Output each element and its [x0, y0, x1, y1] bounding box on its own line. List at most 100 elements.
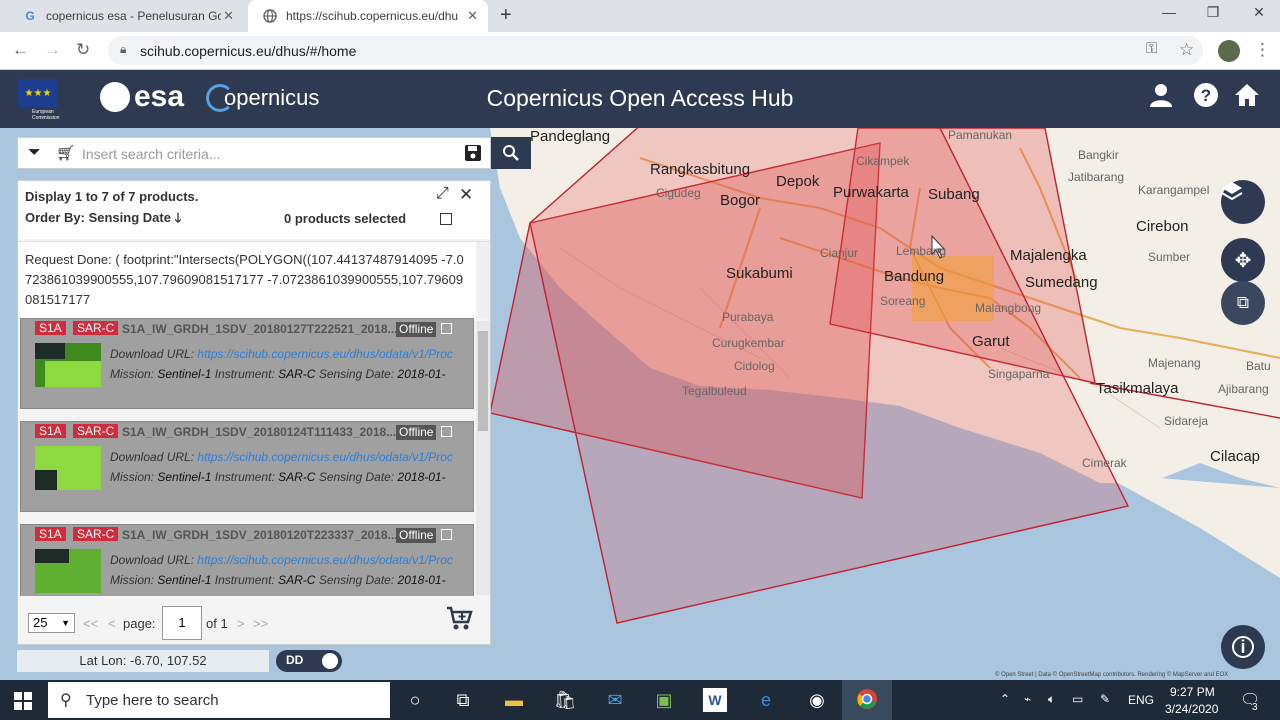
cart-small-icon[interactable]: 🛒︎	[56, 144, 75, 162]
store-icon[interactable]: 🛍︎	[553, 688, 577, 712]
url-text: scihub.copernicus.eu/dhus/#/home	[140, 43, 357, 59]
page-total: of 1	[206, 616, 228, 631]
info-button[interactable]: i	[1221, 625, 1265, 669]
chrome-taskbar-slot[interactable]	[842, 680, 892, 720]
product-meta-line: Mission: Sentinel-1 Instrument: SAR-C Se…	[110, 367, 446, 381]
search-button[interactable]	[491, 137, 531, 169]
close-panel-icon[interactable]: ✕	[459, 185, 473, 205]
product-thumbnail[interactable]	[35, 343, 101, 387]
close-tab-icon[interactable]: ✕	[467, 8, 478, 24]
request-scrollbar[interactable]	[476, 242, 490, 319]
clock-time[interactable]: 9:27 PM	[1170, 685, 1215, 699]
star-icon[interactable]: ☆	[1179, 40, 1194, 60]
download-link[interactable]: https://scihub.copernicus.eu/dhus/odata/…	[197, 553, 453, 567]
mail-icon[interactable]: ✉	[603, 688, 627, 712]
download-url-line: Download URL: https://scihub.copernicus.…	[110, 347, 453, 361]
map-label: Cidolog	[734, 359, 775, 373]
next-page-button[interactable]: >	[237, 616, 245, 631]
download-url-line: Download URL: https://scihub.copernicus.…	[110, 450, 453, 464]
map-label: Cianjur	[820, 246, 859, 260]
map-label: Lembang	[896, 244, 947, 258]
map-label: Cilacap	[1210, 448, 1261, 465]
product-thumbnail[interactable]	[35, 549, 101, 593]
map-label: Depok	[776, 173, 820, 190]
browser-tab-scihub[interactable]: https://scihub.copernicus.eu/dhu ✕	[248, 0, 488, 32]
restore-icon[interactable]: ❐	[1198, 4, 1228, 21]
map-label: Karangampel	[1138, 183, 1210, 197]
product-checkbox[interactable]	[441, 323, 452, 334]
results-scrollbar[interactable]	[476, 321, 490, 595]
map-label: Cigudeg	[656, 186, 701, 200]
download-link[interactable]: https://scihub.copernicus.eu/dhus/odata/…	[197, 347, 453, 361]
new-tab-icon[interactable]: +	[500, 4, 512, 27]
file-explorer-icon[interactable]: ▬	[502, 688, 526, 712]
status-badge: Offline	[396, 528, 437, 543]
minimize-icon[interactable]: —	[1154, 4, 1184, 20]
volume-icon[interactable]: 🔈︎	[1048, 692, 1055, 707]
edge-icon[interactable]: e	[754, 688, 778, 712]
task-view-icon[interactable]: ⧉	[451, 688, 475, 712]
windows-taskbar: ⚲ Type here to search ○ ⧉ ▬ 🛍︎ ✉ ▣ W e ◉…	[0, 680, 1280, 720]
order-by[interactable]: Order By: Sensing Date 🡓	[25, 209, 181, 231]
search-input[interactable]	[82, 143, 452, 165]
close-tab-icon[interactable]: ✕	[223, 8, 234, 24]
google-icon: G	[25, 9, 35, 23]
photos-icon[interactable]: ▣	[652, 688, 676, 712]
pan-mode-button[interactable]: ✥	[1221, 238, 1265, 282]
map-label: Pamanukan	[948, 128, 1013, 142]
key-icon[interactable]: ⚿	[1146, 40, 1157, 57]
language-indicator[interactable]: ENG	[1128, 693, 1154, 707]
download-link[interactable]: https://scihub.copernicus.eu/dhus/odata/…	[197, 450, 453, 464]
user-icon[interactable]	[1148, 82, 1174, 115]
save-icon[interactable]	[464, 144, 482, 167]
prev-page-button[interactable]: <	[108, 616, 116, 631]
last-page-button[interactable]: >>	[253, 616, 268, 631]
network-icon[interactable]: ⌁	[1024, 692, 1031, 706]
forward-icon[interactable]: →	[44, 40, 61, 60]
filter-icon[interactable]: ⏷	[28, 144, 41, 162]
reload-icon[interactable]: ↻	[76, 40, 90, 60]
add-to-cart-icon[interactable]	[446, 606, 474, 639]
menu-icon[interactable]: ⋮	[1254, 40, 1271, 60]
help-icon[interactable]: ?	[1193, 82, 1219, 115]
layers-button[interactable]	[1221, 180, 1265, 224]
mission-tag: S1A	[35, 527, 66, 541]
select-area-button[interactable]: ⧉	[1221, 281, 1265, 325]
cortana-icon[interactable]: ○	[403, 688, 427, 712]
map-label: Cimerak	[1082, 456, 1127, 470]
battery-icon[interactable]: ▭	[1072, 692, 1083, 706]
close-window-icon[interactable]: ✕	[1244, 4, 1274, 21]
avatar[interactable]	[1218, 40, 1240, 62]
taskbar-search[interactable]: ⚲ Type here to search	[48, 682, 390, 718]
page-number-input[interactable]: 1	[162, 606, 202, 640]
address-bar[interactable]: 🔒︎ scihub.copernicus.eu/dhus/#/home	[108, 36, 1203, 65]
browser-tab-search[interactable]: G copernicus esa - Penelusuran Goo ✕	[8, 0, 244, 32]
clock-date[interactable]: 3/24/2020	[1165, 702, 1218, 716]
home-icon[interactable]	[1234, 82, 1260, 115]
tab-title: https://scihub.copernicus.eu/dhu	[286, 9, 459, 23]
product-name[interactable]: S1A_IW_GRDH_1SDV_20180127T222521_2018...	[122, 322, 396, 336]
per-page-select[interactable]: 25 ▼	[28, 613, 75, 633]
scrollbar-thumb[interactable]	[478, 331, 488, 431]
select-all-checkbox[interactable]	[440, 213, 452, 225]
chrome-icon[interactable]	[855, 688, 879, 712]
product-item[interactable]: S1A SAR-C S1A_IW_GRDH_1SDV_20180124T1114…	[20, 421, 474, 512]
pen-icon[interactable]: ✎	[1100, 692, 1110, 706]
product-item[interactable]: S1A SAR-C S1A_IW_GRDH_1SDV_20180127T2225…	[20, 318, 474, 409]
first-page-button[interactable]: <<	[83, 616, 98, 631]
product-checkbox[interactable]	[441, 426, 452, 437]
back-icon[interactable]: ←	[12, 40, 29, 60]
search-bar: ⏷ 🛒︎	[17, 137, 491, 169]
windows-start-icon[interactable]	[14, 692, 32, 715]
product-thumbnail[interactable]	[35, 446, 101, 490]
dd-toggle[interactable]: DD	[276, 650, 342, 672]
product-name[interactable]: S1A_IW_GRDH_1SDV_20180120T223337_2018...	[122, 528, 396, 542]
tray-chevron-icon[interactable]: ⌃	[1000, 692, 1010, 706]
product-item[interactable]: S1A SAR-C S1A_IW_GRDH_1SDV_20180120T2233…	[20, 524, 474, 596]
product-checkbox[interactable]	[441, 529, 452, 540]
expand-icon[interactable]: ⤢	[436, 185, 449, 203]
word-icon[interactable]: W	[703, 688, 727, 712]
product-name[interactable]: S1A_IW_GRDH_1SDV_20180124T111433_2018...	[122, 425, 396, 439]
obs-icon[interactable]: ◉	[805, 688, 829, 712]
map-label: Majalengka	[1010, 247, 1087, 264]
